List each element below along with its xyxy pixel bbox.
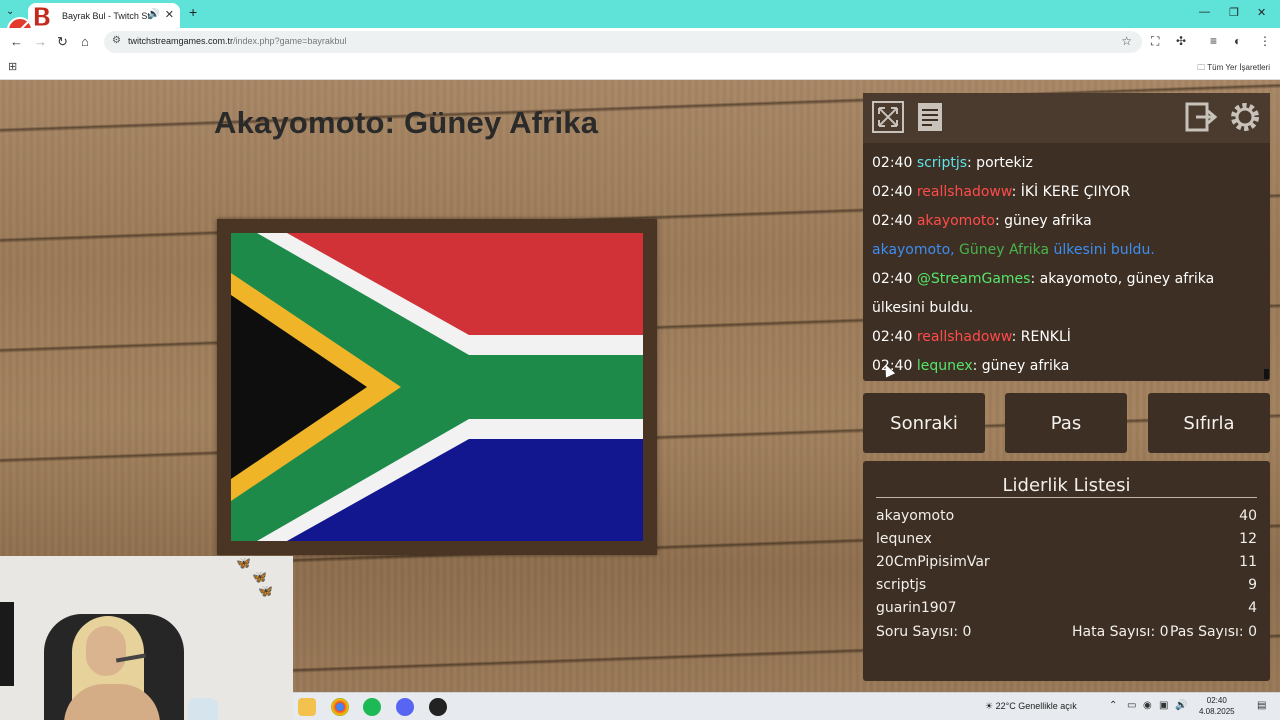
fullscreen-icon[interactable] — [871, 100, 905, 134]
pass-count: Pas Sayısı: 0 — [1169, 624, 1257, 640]
minimize-icon[interactable]: — — [1199, 6, 1210, 18]
chat-header — [863, 93, 1270, 143]
discord-icon[interactable] — [396, 698, 414, 716]
chat-message: 02:40 lequnex: güney afrika — [872, 358, 1070, 374]
leaderboard-title: Liderlik Listesi — [1002, 475, 1131, 496]
extensions-icon[interactable]: ✣ — [1176, 34, 1186, 48]
all-bookmarks-link[interactable]: 🗀 Tüm Yer İşaretleri — [1197, 62, 1270, 76]
tab-title: Bayrak Bul - Twitch Stream — [62, 10, 150, 21]
reload-icon[interactable]: ↻ — [57, 34, 68, 50]
document-icon[interactable] — [913, 100, 947, 134]
tray-app-icon[interactable]: ◉ — [1143, 700, 1152, 711]
taskbar: ☀ 22°C Genellikle açık ⌃ ▭ ◉ ▣ 🔊 02:40 4.… — [293, 692, 1280, 720]
bookmark-star-icon[interactable]: ☆ — [1121, 34, 1132, 48]
file-explorer-icon[interactable] — [298, 698, 316, 716]
chrome-icon[interactable] — [331, 698, 349, 716]
chat-panel: 02:40 scriptjs: portekiz 02:40 reallshad… — [863, 93, 1270, 381]
weather-widget[interactable]: ☀ 22°C Genellikle açık — [985, 701, 1077, 712]
leaderboard-row: guarin1907 4 — [876, 600, 1257, 616]
chat-message: 02:40 reallshadoww: İKİ KERE ÇIIYOR — [872, 184, 1131, 200]
url-input[interactable]: ⚙ twitchstreamgames.com.tr/index.php?gam… — [104, 31, 1142, 53]
leaderboard-row: lequnex 12 — [876, 531, 1257, 547]
volume-icon[interactable]: 🔊 — [1175, 700, 1187, 711]
error-count: Hata Sayısı: 0 — [1072, 624, 1169, 640]
home-icon[interactable]: ⌂ — [81, 34, 89, 49]
browser-tab-bar: ⌄ Bayrak Bul - Twitch Stream 🔊 ✕ + — ❐ ✕ — [0, 0, 1280, 28]
leaderboard-row: akayomoto 40 — [876, 508, 1257, 524]
notification-icon[interactable]: ▤ — [1257, 700, 1266, 711]
forward-icon[interactable]: → — [34, 34, 47, 49]
pass-button[interactable]: Pas — [1005, 393, 1127, 453]
divider — [876, 497, 1257, 498]
clock[interactable]: 02:40 4.08.2025 — [1199, 695, 1235, 717]
folder-icon: 🗀 — [1197, 63, 1206, 72]
flag-image — [231, 233, 643, 541]
site-info-icon[interactable]: ⚙ — [112, 35, 121, 46]
close-icon[interactable]: ✕ — [165, 8, 174, 21]
chat-messages: 02:40 scriptjs: portekiz 02:40 reallshad… — [872, 149, 1264, 381]
chat-message: 02:40 akayomoto: güney afrika — [872, 213, 1092, 229]
tray-app-icon[interactable]: ▭ — [1127, 700, 1136, 711]
spotify-icon[interactable] — [363, 698, 381, 716]
page-title: Akayomoto: Güney Afrika — [214, 105, 599, 140]
chat-message: 02:40 scriptjs: portekiz — [872, 155, 1033, 171]
reset-button[interactable]: Sıfırla — [1148, 393, 1270, 453]
tray-arrow-icon[interactable]: ⌃ — [1109, 700, 1117, 711]
butterfly-icon: 🦋 — [258, 584, 273, 598]
restore-icon[interactable]: ❐ — [1229, 6, 1239, 19]
tray-app-icon[interactable]: ▣ — [1159, 700, 1168, 711]
leaderboard-row: 20CmPipisimVar 11 — [876, 554, 1257, 570]
url-text: twitchstreamgames.com.tr/index.php?game=… — [128, 36, 347, 46]
leaderboard: Liderlik Listesi akayomoto 40 lequnex 12 2… — [863, 461, 1270, 681]
webcam-overlay: 🦋 🦋 🦋 — [0, 556, 293, 720]
media-icon[interactable]: ≡ — [1210, 34, 1217, 48]
flag-frame — [217, 219, 657, 555]
exit-icon[interactable] — [1184, 100, 1218, 134]
new-tab-button[interactable]: + — [189, 4, 197, 20]
butterfly-icon: 🦋 — [236, 556, 251, 570]
leaderboard-row: scriptjs 9 — [876, 577, 1257, 593]
butterfly-icon: 🦋 — [252, 570, 267, 584]
gear-icon[interactable] — [1228, 100, 1262, 134]
back-icon[interactable]: ← — [10, 34, 23, 49]
speaker-icon[interactable]: 🔊 — [148, 9, 160, 20]
window-close-icon[interactable]: ✕ — [1257, 6, 1266, 19]
system-message: akayomoto, Güney Afrika ülkesini buldu. — [872, 242, 1155, 258]
chat-scrollbar[interactable] — [1264, 369, 1269, 379]
chat-message: 02:40 reallshadoww: RENKLİ — [872, 329, 1071, 345]
screenshot-icon[interactable]: ⛶ — [1151, 34, 1159, 49]
profile-avatar[interactable]: ◐ — [1234, 34, 1241, 48]
question-count: Soru Sayısı: 0 — [876, 624, 972, 640]
next-button[interactable]: Sonraki — [863, 393, 985, 453]
menu-icon[interactable]: ⋮ — [1259, 34, 1271, 48]
sun-icon: ☀ — [985, 701, 994, 711]
apps-grid-icon[interactable]: ⊞ — [8, 60, 17, 73]
obs-icon[interactable] — [429, 698, 447, 716]
address-bar-row: ← → ↻ ⌂ ⚙ twitchstreamgames.com.tr/index… — [0, 28, 1280, 56]
chat-message: 02:40 @StreamGames: akayomoto, güney afr… — [872, 271, 1215, 316]
bookmarks-bar: ⊞ 🗀 Tüm Yer İşaretleri — [0, 56, 1280, 80]
